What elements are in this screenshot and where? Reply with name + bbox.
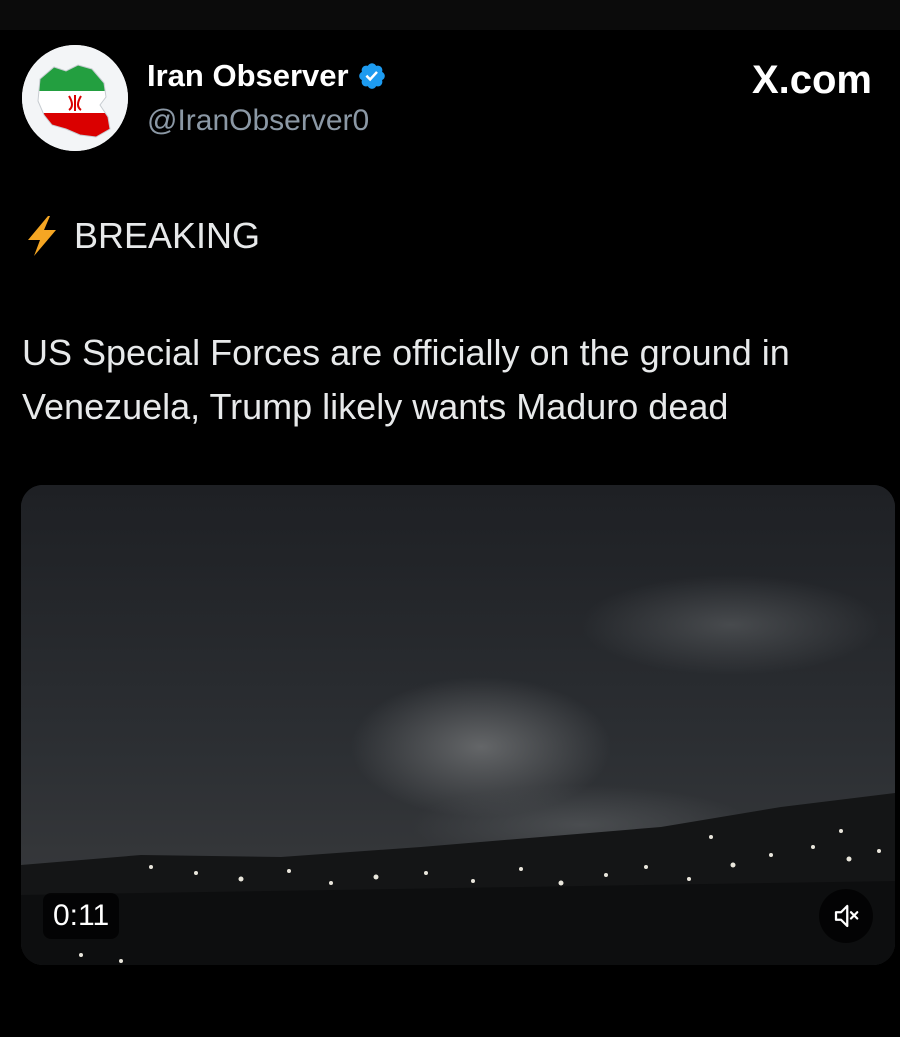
tweet-text: US Special Forces are officially on the … bbox=[22, 332, 790, 427]
breaking-tag: BREAKING bbox=[22, 214, 260, 258]
avatar[interactable] bbox=[22, 45, 128, 151]
lightning-bolt-icon bbox=[22, 214, 62, 258]
iran-map-flag-icon bbox=[22, 45, 128, 151]
video-thumbnail bbox=[21, 485, 895, 965]
author-handle[interactable]: @IranObserver0 bbox=[147, 104, 369, 138]
breaking-label: BREAKING bbox=[74, 215, 261, 256]
top-strip bbox=[0, 0, 900, 30]
video-player[interactable]: 0:11 bbox=[21, 485, 895, 965]
verified-badge-icon bbox=[357, 61, 387, 91]
site-logo: X.com bbox=[752, 58, 872, 103]
site-label: X.com bbox=[751, 58, 872, 102]
display-name[interactable]: Iran Observer bbox=[147, 58, 349, 94]
video-duration: 0:11 bbox=[43, 893, 120, 939]
speaker-muted-icon bbox=[831, 901, 861, 931]
mute-button[interactable] bbox=[819, 889, 873, 943]
author-name-row: Iran Observer bbox=[147, 58, 387, 94]
